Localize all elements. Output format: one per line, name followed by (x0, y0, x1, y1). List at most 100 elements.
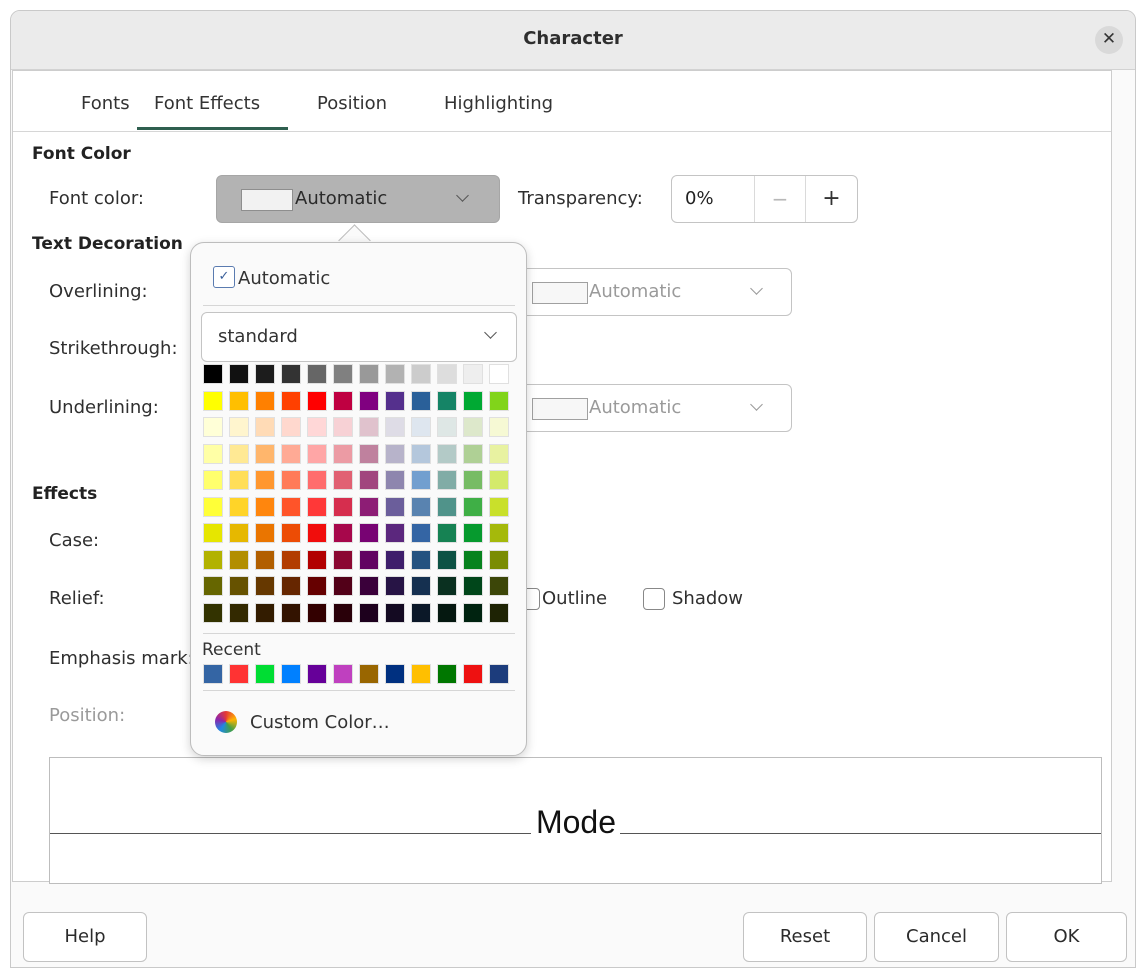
palette-swatch[interactable] (385, 470, 405, 490)
palette-swatch[interactable] (333, 417, 353, 437)
shadow-checkbox[interactable] (643, 588, 665, 610)
reset-button[interactable]: Reset (743, 912, 867, 962)
palette-swatch[interactable] (489, 523, 509, 543)
palette-swatch[interactable] (281, 496, 301, 517)
palette-swatch[interactable] (229, 443, 249, 464)
palette-swatch[interactable] (203, 417, 223, 437)
recent-color-swatch[interactable] (307, 664, 327, 684)
palette-swatch[interactable] (437, 496, 457, 517)
palette-swatch[interactable] (437, 576, 457, 596)
transparency-value[interactable]: 0% (685, 188, 714, 209)
palette-swatch[interactable] (385, 496, 405, 517)
palette-swatch[interactable] (333, 602, 353, 623)
palette-swatch[interactable] (255, 602, 275, 623)
palette-swatch[interactable] (385, 576, 405, 596)
palette-swatch[interactable] (411, 390, 431, 411)
palette-swatch[interactable] (385, 364, 405, 384)
palette-swatch[interactable] (359, 523, 379, 543)
palette-swatch[interactable] (229, 602, 249, 623)
palette-swatch[interactable] (437, 443, 457, 464)
palette-swatch[interactable] (229, 496, 249, 517)
palette-swatch[interactable] (489, 602, 509, 623)
custom-color-button[interactable]: Custom Color… (250, 712, 390, 733)
palette-swatch[interactable] (307, 443, 327, 464)
palette-swatch[interactable] (463, 417, 483, 437)
palette-swatch[interactable] (333, 443, 353, 464)
palette-swatch[interactable] (385, 602, 405, 623)
palette-swatch[interactable] (489, 417, 509, 437)
palette-swatch[interactable] (203, 523, 223, 543)
palette-swatch[interactable] (333, 364, 353, 384)
palette-swatch[interactable] (333, 496, 353, 517)
palette-swatch[interactable] (203, 576, 223, 596)
decrease-button[interactable]: − (755, 176, 805, 222)
palette-swatch[interactable] (333, 390, 353, 411)
palette-swatch[interactable] (333, 576, 353, 596)
palette-swatch[interactable] (437, 602, 457, 623)
palette-swatch[interactable] (307, 470, 327, 490)
palette-swatch[interactable] (255, 496, 275, 517)
palette-swatch[interactable] (307, 523, 327, 543)
palette-swatch[interactable] (333, 523, 353, 543)
palette-swatch[interactable] (463, 390, 483, 411)
palette-swatch[interactable] (437, 470, 457, 490)
palette-swatch[interactable] (359, 443, 379, 464)
palette-swatch[interactable] (385, 549, 405, 570)
palette-swatch[interactable] (229, 523, 249, 543)
recent-color-swatch[interactable] (281, 664, 301, 684)
recent-color-swatch[interactable] (385, 664, 405, 684)
palette-swatch[interactable] (359, 390, 379, 411)
palette-swatch[interactable] (437, 523, 457, 543)
palette-swatch[interactable] (411, 443, 431, 464)
tab-highlighting[interactable]: Highlighting (444, 93, 553, 114)
palette-swatch[interactable] (281, 549, 301, 570)
palette-swatch[interactable] (281, 364, 301, 384)
palette-swatch[interactable] (281, 602, 301, 623)
increase-button[interactable]: + (806, 176, 857, 222)
palette-swatch[interactable] (307, 364, 327, 384)
palette-swatch[interactable] (255, 364, 275, 384)
palette-swatch[interactable] (411, 470, 431, 490)
palette-swatch[interactable] (307, 549, 327, 570)
palette-swatch[interactable] (463, 549, 483, 570)
palette-swatch[interactable] (463, 602, 483, 623)
palette-swatch[interactable] (385, 390, 405, 411)
palette-swatch[interactable] (281, 523, 301, 543)
recent-color-swatch[interactable] (437, 664, 457, 684)
palette-swatch[interactable] (463, 523, 483, 543)
recent-color-swatch[interactable] (411, 664, 431, 684)
palette-swatch[interactable] (385, 523, 405, 543)
palette-swatch[interactable] (203, 549, 223, 570)
recent-color-swatch[interactable] (359, 664, 379, 684)
palette-swatch[interactable] (385, 443, 405, 464)
palette-swatch[interactable] (359, 417, 379, 437)
palette-swatch[interactable] (203, 470, 223, 490)
palette-swatch[interactable] (437, 364, 457, 384)
palette-swatch[interactable] (385, 417, 405, 437)
palette-swatch[interactable] (203, 390, 223, 411)
palette-swatch[interactable] (359, 549, 379, 570)
close-button[interactable]: ✕ (1095, 26, 1123, 54)
palette-swatch[interactable] (255, 549, 275, 570)
recent-color-swatch[interactable] (463, 664, 483, 684)
cancel-button[interactable]: Cancel (874, 912, 999, 962)
palette-swatch[interactable] (489, 443, 509, 464)
palette-swatch[interactable] (411, 549, 431, 570)
palette-swatch[interactable] (333, 549, 353, 570)
palette-swatch[interactable] (281, 390, 301, 411)
ok-button[interactable]: OK (1006, 912, 1127, 962)
palette-swatch[interactable] (359, 364, 379, 384)
palette-swatch[interactable] (411, 602, 431, 623)
recent-color-swatch[interactable] (333, 664, 353, 684)
palette-swatch[interactable] (489, 470, 509, 490)
palette-swatch[interactable] (229, 470, 249, 490)
palette-swatch[interactable] (203, 364, 223, 384)
palette-swatch[interactable] (229, 576, 249, 596)
palette-swatch[interactable] (411, 364, 431, 384)
help-button[interactable]: Help (23, 912, 147, 962)
palette-swatch[interactable] (463, 364, 483, 384)
palette-swatch[interactable] (281, 443, 301, 464)
palette-swatch[interactable] (437, 549, 457, 570)
palette-swatch[interactable] (229, 390, 249, 411)
palette-swatch[interactable] (203, 602, 223, 623)
